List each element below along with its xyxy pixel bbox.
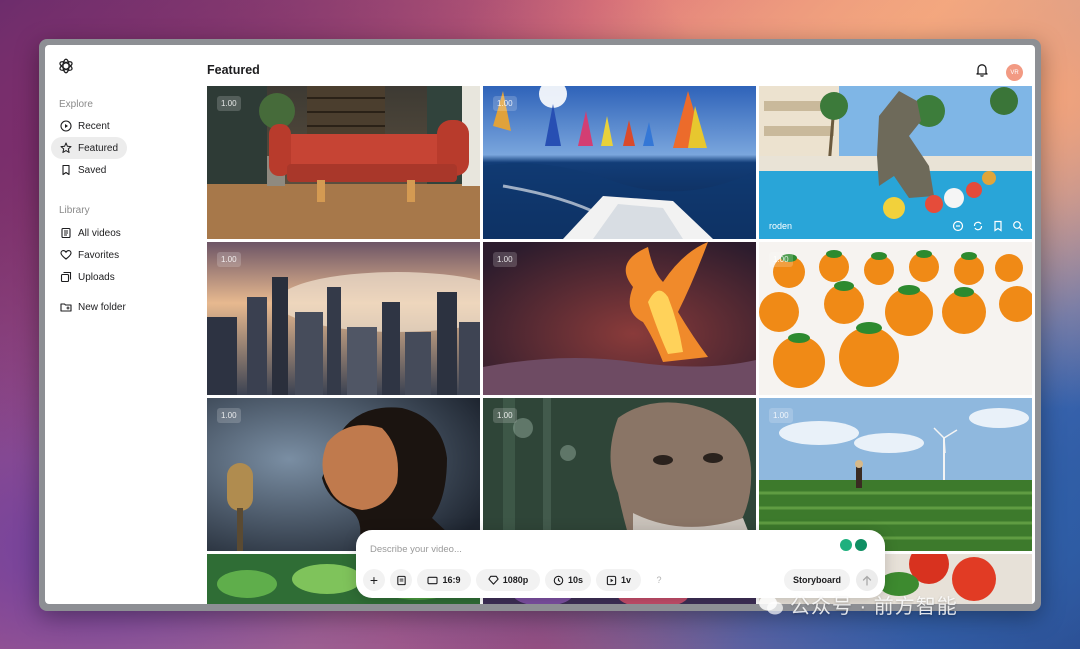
storyboard-label: Storyboard <box>792 575 841 585</box>
app-window: Explore Recent Featured Saved Library Al… <box>39 39 1041 611</box>
add-media-button[interactable]: + <box>363 569 385 591</box>
sidebar-item-label: All videos <box>78 227 121 239</box>
video-tile-wind-farm[interactable]: 1.00 <box>759 398 1032 551</box>
search-icon[interactable] <box>1012 220 1024 232</box>
star-icon <box>58 140 74 156</box>
new-folder-button[interactable]: New folder <box>51 296 161 318</box>
aspect-ratio-button[interactable]: 16:9 <box>417 569 471 591</box>
variations-icon <box>606 575 617 585</box>
aspect-ratio-icon <box>427 576 439 584</box>
sidebar-item-saved[interactable]: Saved <box>51 159 127 181</box>
loop-icon[interactable] <box>972 220 984 232</box>
heart-icon <box>58 247 74 263</box>
video-grid: 1.00 1.00 roden 1.00 1.00 1.00 1.00 1.00… <box>207 86 1033 604</box>
video-tile-city-fog[interactable]: 1.00 <box>207 242 480 395</box>
help-label: ? <box>656 575 662 585</box>
remix-icon[interactable] <box>952 220 964 232</box>
storyboard-button[interactable]: Storyboard <box>784 569 850 591</box>
aspect-ratio-label: 16:9 <box>442 575 461 585</box>
sidebar-item-label: Favorites <box>78 249 120 261</box>
video-tile-sailboats[interactable]: 1.00 <box>483 86 756 239</box>
watermark-text: 公众号 · 前方智能 <box>790 596 958 618</box>
variations-button[interactable]: 1v <box>596 569 641 591</box>
thumbnail-wind-farm <box>759 398 1032 551</box>
resolution-button[interactable]: 1080p <box>476 569 540 591</box>
plus-icon: + <box>369 572 379 588</box>
duration-badge: 1.00 <box>493 408 517 423</box>
video-list-icon <box>58 225 74 241</box>
explore-section-label: Explore <box>59 99 93 110</box>
arrow-up-icon <box>862 575 872 586</box>
sora-app: Explore Recent Featured Saved Library Al… <box>45 45 1035 604</box>
new-folder-label: New folder <box>78 301 126 313</box>
author-label[interactable]: roden <box>769 221 792 231</box>
sidebar-item-uploads[interactable]: Uploads <box>51 266 141 288</box>
duration-badge: 1.00 <box>493 96 517 111</box>
grammar-assistant-icon[interactable] <box>840 539 852 551</box>
thumbnail-city-fog <box>207 242 480 395</box>
sidebar-item-all-videos[interactable]: All videos <box>51 222 141 244</box>
bell-icon[interactable] <box>974 62 990 78</box>
thumbnail-oranges <box>759 242 1032 395</box>
submit-button[interactable] <box>856 569 878 591</box>
sidebar-item-recent[interactable]: Recent <box>51 115 127 137</box>
video-tile-singer[interactable]: 1.00 <box>207 398 480 551</box>
watermark: 公众号 · 前方智能 <box>758 590 958 619</box>
thumbnail-red-sofa <box>207 86 480 239</box>
thumbnail-old-man <box>483 398 756 551</box>
resolution-label: 1080p <box>502 575 529 585</box>
sidebar-item-label: Recent <box>78 120 110 132</box>
uploads-icon <box>58 269 74 285</box>
sidebar-item-label: Uploads <box>78 271 115 283</box>
sidebar-item-label: Saved <box>78 164 107 176</box>
sidebar-item-featured[interactable]: Featured <box>51 137 127 159</box>
prompt-composer: + 16:9 1080p 10s 1v ? <box>356 530 885 598</box>
video-tile-phoenix[interactable]: 1.00 <box>483 242 756 395</box>
avatar[interactable]: VR <box>1006 64 1023 81</box>
prompt-input[interactable] <box>368 540 832 558</box>
duration-label: 10s <box>567 575 584 585</box>
document-icon <box>396 575 406 585</box>
thumbnail-dinosaur-pool <box>759 86 1032 239</box>
video-tile-old-man[interactable]: 1.00 <box>483 398 756 551</box>
library-section-label: Library <box>59 205 90 216</box>
sidebar-item-favorites[interactable]: Favorites <box>51 244 141 266</box>
duration-badge: 1.00 <box>769 408 793 423</box>
bookmark-icon[interactable] <box>992 220 1004 232</box>
diamond-icon <box>488 575 499 585</box>
tile-actions <box>952 220 1024 232</box>
grammarly-icon[interactable] <box>855 539 867 551</box>
duration-button[interactable]: 10s <box>545 569 591 591</box>
play-circle-icon <box>58 118 74 134</box>
clock-icon <box>553 575 564 585</box>
video-tile-oranges[interactable]: 1.00 <box>759 242 1032 395</box>
duration-badge: 1.00 <box>769 252 793 267</box>
duration-badge: 1.00 <box>217 252 241 267</box>
duration-badge: 1.00 <box>493 252 517 267</box>
logo-icon[interactable] <box>57 57 75 75</box>
wechat-icon <box>759 595 783 614</box>
preset-button[interactable] <box>390 569 412 591</box>
variations-label: 1v <box>620 575 631 585</box>
help-button[interactable]: ? <box>648 569 670 591</box>
bookmark-icon <box>58 162 74 178</box>
duration-badge: 1.00 <box>217 408 241 423</box>
sidebar-item-label: Featured <box>78 142 119 154</box>
thumbnail-phoenix <box>483 242 756 395</box>
thumbnail-sailboats <box>483 86 756 239</box>
duration-badge: 1.00 <box>217 96 241 111</box>
video-tile-red-sofa[interactable]: 1.00 <box>207 86 480 239</box>
page-title: Featured <box>207 63 260 77</box>
sidebar: Explore Recent Featured Saved Library Al… <box>45 45 205 604</box>
thumbnail-singer <box>207 398 480 551</box>
video-tile-dinosaur-pool[interactable]: roden <box>759 86 1032 239</box>
folder-plus-icon <box>58 299 74 315</box>
